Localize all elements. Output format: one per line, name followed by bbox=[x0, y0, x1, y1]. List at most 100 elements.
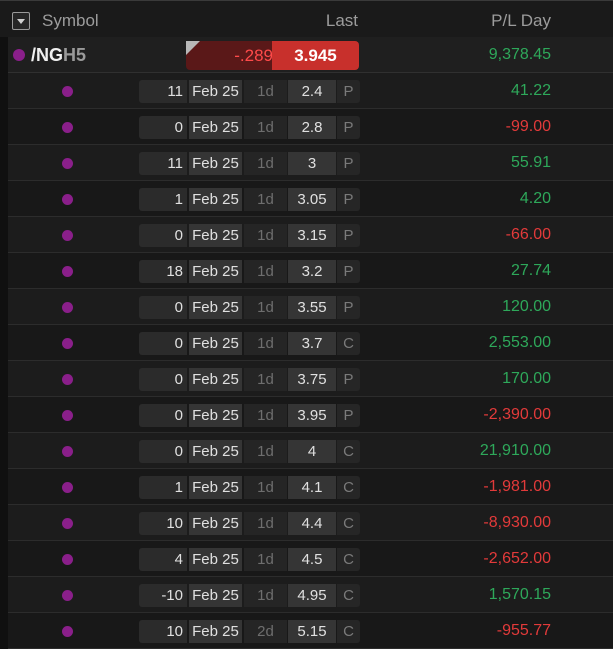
expiration-cell[interactable]: Feb 25 bbox=[189, 368, 242, 391]
strike-cell[interactable]: 4.4 bbox=[288, 512, 336, 535]
quantity-cell[interactable]: 0 bbox=[139, 332, 187, 355]
strike-cell[interactable]: 5.15 bbox=[288, 620, 336, 643]
option-type-cell[interactable]: C bbox=[337, 476, 360, 499]
position-row[interactable]: 0 Feb 25 1d 3.75 P 170.00 bbox=[8, 361, 613, 397]
strike-cell[interactable]: 4 bbox=[288, 440, 336, 463]
expiration-cell[interactable]: Feb 25 bbox=[189, 620, 242, 643]
expiration-cell[interactable]: Feb 25 bbox=[189, 548, 242, 571]
expiration-cell[interactable]: Feb 25 bbox=[189, 152, 242, 175]
quantity-cell[interactable]: 0 bbox=[139, 116, 187, 139]
expiration-cell[interactable]: Feb 25 bbox=[189, 440, 242, 463]
expiration-cell[interactable]: Feb 25 bbox=[189, 224, 242, 247]
strike-cell[interactable]: 3.75 bbox=[288, 368, 336, 391]
expiration-cell[interactable]: Feb 25 bbox=[189, 404, 242, 427]
position-dot-icon bbox=[62, 158, 73, 169]
position-row[interactable]: 0 Feb 25 1d 2.8 P -99.00 bbox=[8, 109, 613, 145]
underlying-row[interactable]: /NGH5 -.289 3.945 9,378.45 bbox=[8, 37, 613, 73]
expiration-cell[interactable]: Feb 25 bbox=[189, 116, 242, 139]
strike-cell[interactable]: 2.4 bbox=[288, 80, 336, 103]
quantity-cell[interactable]: -10 bbox=[139, 584, 187, 607]
position-row[interactable]: 18 Feb 25 1d 3.2 P 27.74 bbox=[8, 253, 613, 289]
option-type-cell[interactable]: P bbox=[337, 260, 360, 283]
last-column-header[interactable]: Last bbox=[326, 11, 358, 31]
strike-cell[interactable]: 3.05 bbox=[288, 188, 336, 211]
expiration-cell[interactable]: Feb 25 bbox=[189, 332, 242, 355]
position-dot-icon bbox=[62, 446, 73, 457]
position-row[interactable]: 11 Feb 25 1d 2.4 P 41.22 bbox=[8, 73, 613, 109]
quantity-cell[interactable]: 1 bbox=[139, 188, 187, 211]
option-type-cell[interactable]: C bbox=[337, 548, 360, 571]
position-row[interactable]: 0 Feb 25 1d 3.15 P -66.00 bbox=[8, 217, 613, 253]
option-type-cell[interactable]: P bbox=[337, 224, 360, 247]
position-dot-icon bbox=[13, 49, 25, 61]
strike-cell[interactable]: 3.95 bbox=[288, 404, 336, 427]
position-row[interactable]: 10 Feb 25 1d 4.4 C -8,930.00 bbox=[8, 505, 613, 541]
quantity-cell[interactable]: 18 bbox=[139, 260, 187, 283]
expiration-cell[interactable]: Feb 25 bbox=[189, 512, 242, 535]
expiration-cell[interactable]: Feb 25 bbox=[189, 584, 242, 607]
pl-day-value: -99.00 bbox=[505, 118, 551, 135]
pl-day-value: -955.77 bbox=[496, 622, 551, 639]
position-row[interactable]: 4 Feb 25 1d 4.5 C -2,652.00 bbox=[8, 541, 613, 577]
strike-cell[interactable]: 3.2 bbox=[288, 260, 336, 283]
quantity-cell[interactable]: 0 bbox=[139, 224, 187, 247]
position-dot-icon bbox=[62, 302, 73, 313]
symbol-column-header[interactable]: Symbol bbox=[42, 11, 99, 31]
position-row[interactable]: 11 Feb 25 1d 3 P 55.91 bbox=[8, 145, 613, 181]
days-to-expiry-cell: 1d bbox=[244, 332, 287, 355]
position-row[interactable]: 0 Feb 25 1d 3.95 P -2,390.00 bbox=[8, 397, 613, 433]
position-row[interactable]: 0 Feb 25 1d 3.55 P 120.00 bbox=[8, 289, 613, 325]
option-type-cell[interactable]: P bbox=[337, 152, 360, 175]
strike-cell[interactable]: 2.8 bbox=[288, 116, 336, 139]
strike-cell[interactable]: 4.5 bbox=[288, 548, 336, 571]
quantity-cell[interactable]: 0 bbox=[139, 368, 187, 391]
expiration-cell[interactable]: Feb 25 bbox=[189, 476, 242, 499]
option-type-cell[interactable]: C bbox=[337, 332, 360, 355]
quantity-cell[interactable]: 0 bbox=[139, 404, 187, 427]
position-dot-icon bbox=[62, 482, 73, 493]
days-to-expiry-cell: 1d bbox=[244, 152, 287, 175]
quantity-cell[interactable]: 10 bbox=[139, 512, 187, 535]
position-row[interactable]: -10 Feb 25 1d 4.95 C 1,570.15 bbox=[8, 577, 613, 613]
expiration-cell[interactable]: Feb 25 bbox=[189, 296, 242, 319]
quantity-cell[interactable]: 10 bbox=[139, 620, 187, 643]
option-type-cell[interactable]: P bbox=[337, 188, 360, 211]
quantity-cell[interactable]: 11 bbox=[139, 152, 187, 175]
option-type-cell[interactable]: P bbox=[337, 404, 360, 427]
option-type-cell[interactable]: P bbox=[337, 296, 360, 319]
position-row[interactable]: 0 Feb 25 1d 4 C 21,910.00 bbox=[8, 433, 613, 469]
position-row[interactable]: 10 Feb 25 2d 5.15 C -955.77 bbox=[8, 613, 613, 649]
underlying-symbol[interactable]: /NGH5 bbox=[31, 45, 86, 66]
option-type-cell[interactable]: C bbox=[337, 512, 360, 535]
strike-cell[interactable]: 3.15 bbox=[288, 224, 336, 247]
position-row[interactable]: 1 Feb 25 1d 3.05 P 4.20 bbox=[8, 181, 613, 217]
collapse-toggle-icon[interactable] bbox=[12, 12, 30, 30]
expiration-cell[interactable]: Feb 25 bbox=[189, 188, 242, 211]
column-header: Symbol Last P/L Day bbox=[0, 0, 613, 37]
quantity-cell[interactable]: 0 bbox=[139, 296, 187, 319]
option-type-cell[interactable]: C bbox=[337, 584, 360, 607]
option-type-cell[interactable]: C bbox=[337, 620, 360, 643]
expiration-cell[interactable]: Feb 25 bbox=[189, 260, 242, 283]
option-type-cell[interactable]: C bbox=[337, 440, 360, 463]
quantity-cell[interactable]: 11 bbox=[139, 80, 187, 103]
days-to-expiry-cell: 1d bbox=[244, 296, 287, 319]
position-dot-icon bbox=[62, 590, 73, 601]
strike-cell[interactable]: 3 bbox=[288, 152, 336, 175]
expiration-cell[interactable]: Feb 25 bbox=[189, 80, 242, 103]
quantity-cell[interactable]: 1 bbox=[139, 476, 187, 499]
strike-cell[interactable]: 3.7 bbox=[288, 332, 336, 355]
option-type-cell[interactable]: P bbox=[337, 116, 360, 139]
pl-day-column-header[interactable]: P/L Day bbox=[491, 11, 551, 31]
pl-day-value: 1,570.15 bbox=[488, 586, 551, 603]
quantity-cell[interactable]: 4 bbox=[139, 548, 187, 571]
option-type-cell[interactable]: P bbox=[337, 368, 360, 391]
position-row[interactable]: 0 Feb 25 1d 3.7 C 2,553.00 bbox=[8, 325, 613, 361]
quantity-cell[interactable]: 0 bbox=[139, 440, 187, 463]
position-row[interactable]: 1 Feb 25 1d 4.1 C -1,981.00 bbox=[8, 469, 613, 505]
strike-cell[interactable]: 4.1 bbox=[288, 476, 336, 499]
option-type-cell[interactable]: P bbox=[337, 80, 360, 103]
position-dot-icon bbox=[62, 122, 73, 133]
strike-cell[interactable]: 4.95 bbox=[288, 584, 336, 607]
strike-cell[interactable]: 3.55 bbox=[288, 296, 336, 319]
